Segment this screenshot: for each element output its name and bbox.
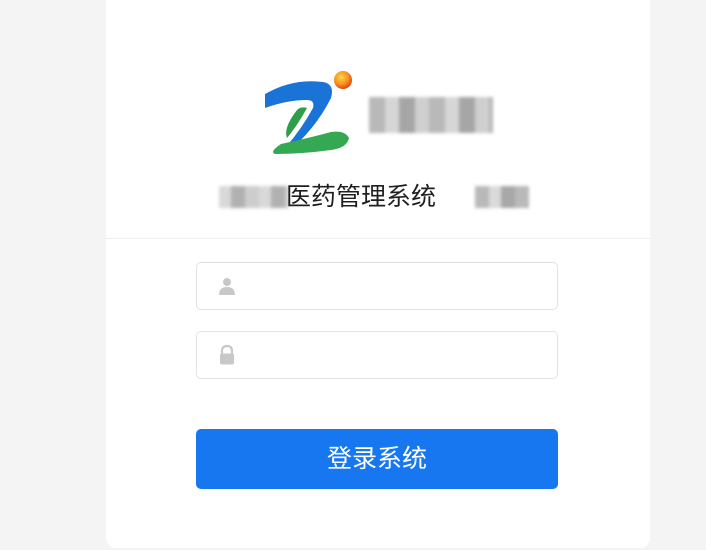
password-field[interactable] [196, 331, 558, 379]
redacted-title-prefix [219, 186, 289, 208]
brand-logo [265, 71, 352, 154]
divider [106, 238, 650, 239]
username-field[interactable] [196, 262, 558, 310]
login-card: 医药管理系统 登录系统 [106, 0, 650, 548]
lock-icon [220, 345, 234, 365]
page-title: 医药管理系统 [286, 182, 437, 211]
password-input[interactable] [249, 338, 549, 374]
user-icon [219, 278, 235, 295]
login-button[interactable]: 登录系统 [196, 429, 558, 489]
redacted-brand-name [369, 97, 493, 133]
redacted-title-suffix [475, 186, 529, 208]
username-input[interactable] [249, 269, 549, 305]
